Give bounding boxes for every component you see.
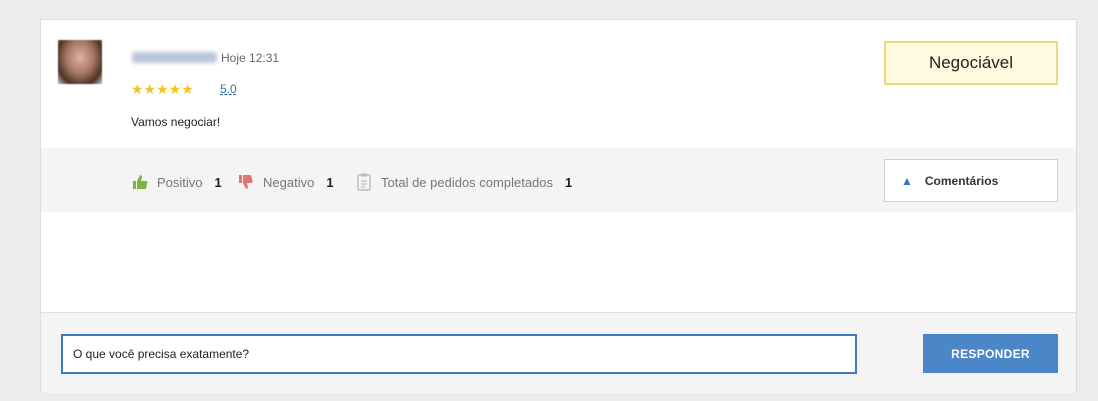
orders-label: Total de pedidos completados [381,174,554,190]
stat-positive: Positivo 1 [131,173,222,191]
stat-orders: Total de pedidos completados 1 [355,173,572,191]
positive-label: Positivo [157,174,203,190]
review-message: Vamos negociar! [131,115,221,129]
rating-value[interactable]: 5.0 [220,82,237,96]
clipboard-icon [355,173,373,191]
respond-button[interactable]: RESPONDER [923,334,1058,373]
review-time: Hoje 12:31 [221,51,280,65]
stats-bar: Positivo 1 Negativo 1 Total de pedidos c… [41,148,1076,212]
username-blurred[interactable] [132,52,217,63]
reply-input[interactable] [61,334,857,374]
avatar[interactable] [58,40,102,84]
negative-count: 1 [326,174,334,190]
negative-label: Negativo [263,174,315,190]
star-rating-icon: ★★★★★ [131,81,194,97]
chevron-up-icon: ▲ [901,173,913,188]
comments-label: Comentários [924,173,999,188]
positive-count: 1 [214,174,222,190]
stat-negative: Negativo 1 [237,173,334,191]
comments-button[interactable]: ▲ Comentários [884,159,1058,202]
thumbs-down-icon [237,173,255,191]
reply-area: RESPONDER [41,312,1076,393]
negotiable-badge: Negociável [884,41,1058,85]
review-card: Hoje 12:31 ★★★★★ 5.0 Vamos negociar! Neg… [40,19,1077,393]
orders-count: 1 [565,174,573,190]
thumbs-up-icon [131,173,149,191]
